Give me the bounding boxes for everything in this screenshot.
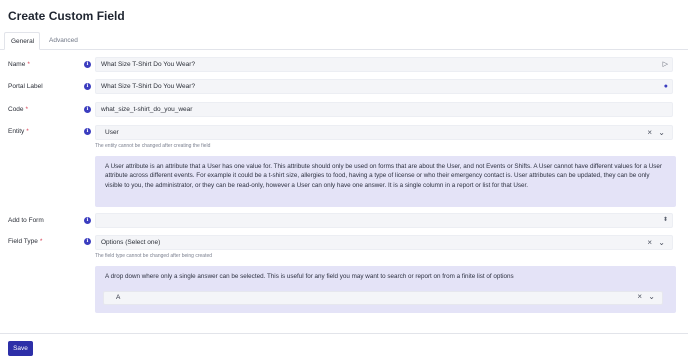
info-icon[interactable]: i <box>84 128 91 135</box>
required-marker: * <box>39 238 43 245</box>
portal-label-input[interactable]: What Size T-Shirt Do You Wear? ● <box>95 79 673 94</box>
field-type-description: A drop down where only a single answer c… <box>105 273 514 280</box>
info-icon[interactable]: i <box>84 106 91 113</box>
name-value: What Size T-Shirt Do You Wear? <box>101 61 196 68</box>
option-value: A <box>116 294 121 301</box>
name-input[interactable]: What Size T-Shirt Do You Wear? ▷ <box>95 57 673 72</box>
clear-chevron-icon[interactable]: × ⌄ <box>637 291 657 303</box>
code-label: Code * <box>8 106 28 113</box>
info-icon[interactable]: i <box>84 83 91 90</box>
tab-advanced[interactable]: Advanced <box>43 32 84 50</box>
footer-divider <box>0 333 688 334</box>
globe-icon[interactable]: ● <box>664 80 668 93</box>
name-label-text: Name <box>8 61 26 68</box>
field-type-value: Options (Select one) <box>101 239 161 246</box>
entity-label-text: Entity <box>8 128 25 135</box>
entity-select[interactable]: User × ⌄ <box>95 125 673 140</box>
field-type-select[interactable]: Options (Select one) × ⌄ <box>95 235 673 250</box>
info-icon[interactable]: i <box>84 217 91 224</box>
page-title: Create Custom Field <box>8 9 125 23</box>
portal-label-label: Portal Label <box>8 83 43 90</box>
field-type-label-text: Field Type <box>8 238 38 245</box>
code-value: what_size_t-shirt_do_you_wear <box>101 106 193 113</box>
sort-arrows-icon[interactable]: ⬍ <box>663 214 668 227</box>
name-label: Name * <box>8 61 30 68</box>
clear-chevron-icon[interactable]: × ⌄ <box>647 236 667 249</box>
field-type-helper: The field type cannot be changed after b… <box>95 253 213 259</box>
code-input[interactable]: what_size_t-shirt_do_you_wear <box>95 102 673 117</box>
field-type-label: Field Type * <box>8 238 42 245</box>
info-icon[interactable]: i <box>84 61 91 68</box>
add-to-form-select[interactable]: ⬍ <box>95 213 673 228</box>
translate-icon[interactable]: ▷ <box>663 58 668 71</box>
required-marker: * <box>26 128 29 135</box>
required-marker: * <box>25 106 29 113</box>
entity-description-panel: A User attribute is an attribute that a … <box>95 156 676 207</box>
required-marker: * <box>27 61 30 68</box>
entity-description: A User attribute is an attribute that a … <box>105 163 663 189</box>
clear-chevron-icon[interactable]: × ⌄ <box>647 126 667 139</box>
info-icon[interactable]: i <box>84 238 91 245</box>
add-to-form-label: Add to Form <box>8 217 44 224</box>
option-select[interactable]: A × ⌄ <box>103 291 663 305</box>
portal-label-value: What Size T-Shirt Do You Wear? <box>101 83 196 90</box>
tab-bar: General Advanced <box>0 32 688 50</box>
entity-helper: The entity cannot be changed after creat… <box>95 143 211 149</box>
code-label-text: Code <box>8 106 24 113</box>
entity-value: User <box>105 129 119 136</box>
add-to-form-label-text: Add to Form <box>8 217 44 224</box>
tab-general[interactable]: General <box>4 32 40 50</box>
entity-label: Entity * <box>8 128 29 135</box>
save-button[interactable]: Save <box>8 341 33 356</box>
portal-label-text: Portal Label <box>8 83 43 90</box>
field-type-description-panel: A drop down where only a single answer c… <box>95 266 676 313</box>
